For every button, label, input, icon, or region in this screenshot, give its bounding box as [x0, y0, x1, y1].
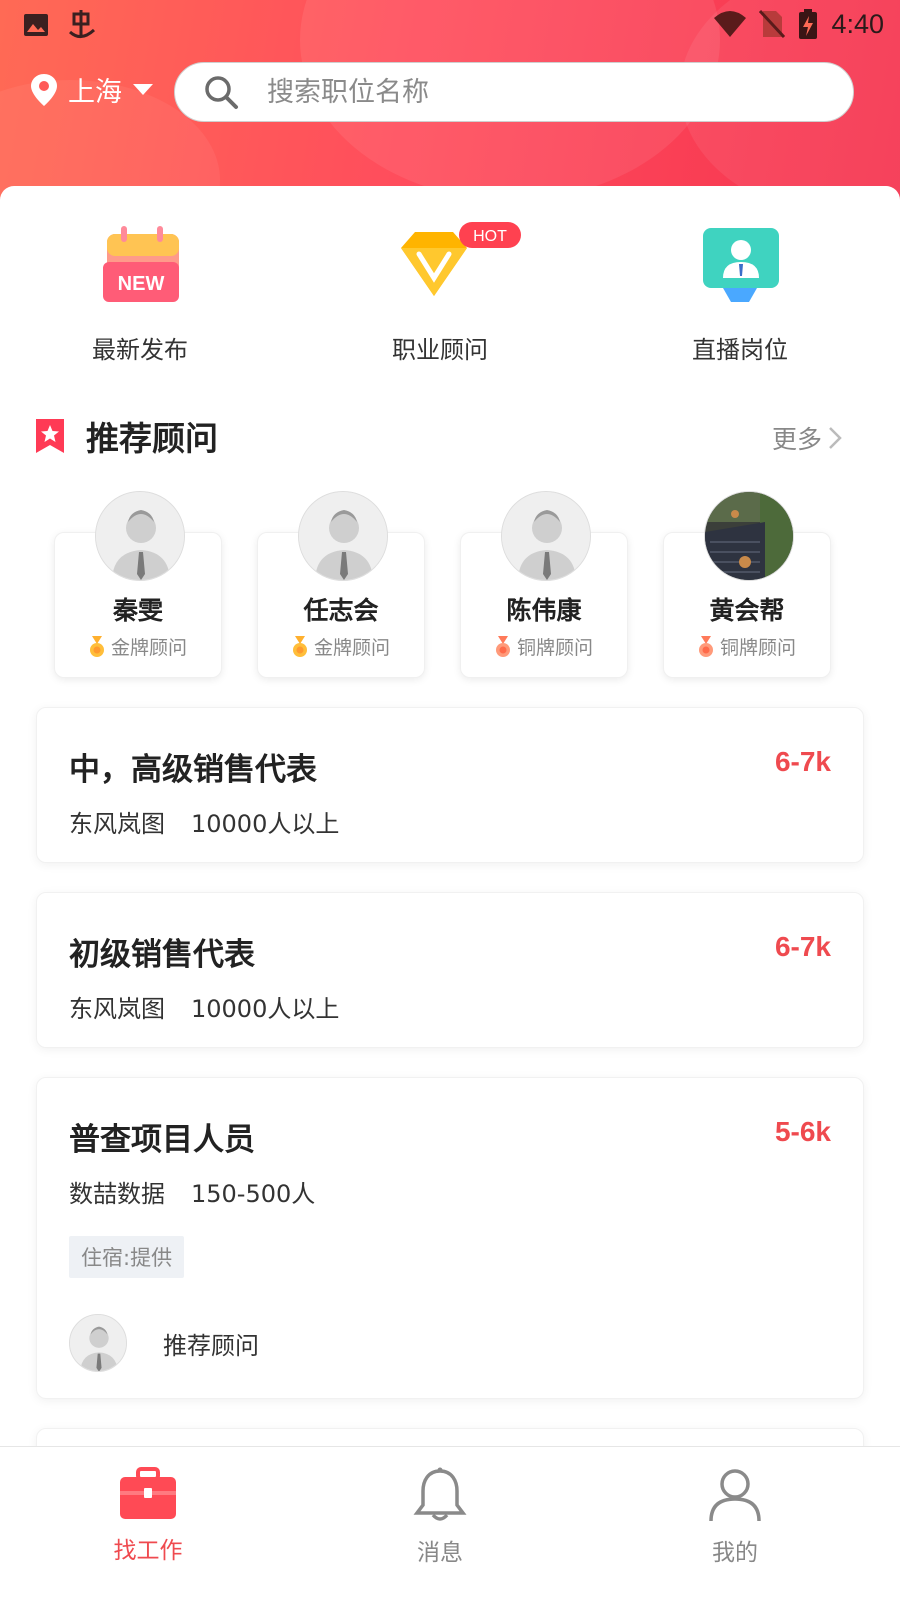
quick-action-new[interactable]: NEW 最新发布: [40, 222, 240, 365]
user-icon: [709, 1469, 761, 1522]
job-card[interactable]: 中，高级销售代表 6-7k 东风岚图 10000人以上: [36, 707, 864, 863]
location-pin-icon: [31, 73, 57, 106]
consultant-card[interactable]: 黄会帮 铜牌顾问: [663, 491, 831, 678]
consultant-rank: 铜牌顾问: [516, 637, 593, 659]
nav-messages[interactable]: 消息: [340, 1467, 540, 1567]
quick-action-label: 最新发布: [92, 336, 188, 364]
consultant-name: 秦雯: [112, 596, 163, 625]
avatar-photo: [704, 491, 794, 581]
job-salary: 6-7k: [774, 746, 831, 777]
wifi-icon: [714, 11, 747, 37]
more-label: 更多: [771, 425, 822, 454]
consultant-card[interactable]: 任志会 金牌顾问: [257, 491, 425, 678]
quick-action-consultant[interactable]: HOT 职业顾问: [340, 222, 540, 365]
battery-charging-icon: [799, 9, 818, 39]
avatar: [95, 491, 185, 581]
job-title: 普查项目人员: [69, 1122, 255, 1158]
company-size: 10000人以上: [191, 810, 340, 838]
job-salary: 6-7k: [774, 931, 831, 962]
status-bar: 4:40: [0, 0, 900, 50]
more-link[interactable]: 更多: [772, 420, 842, 456]
job-salary: 5-6k: [774, 1116, 831, 1147]
gold-medal-icon: [292, 635, 307, 657]
consultant-card[interactable]: 陈伟康 铜牌顾问: [460, 491, 628, 678]
location-label: 上海: [68, 77, 122, 108]
nav-label: 我的: [712, 1540, 758, 1566]
app-notification-icon: [68, 10, 96, 38]
location-selector[interactable]: 上海: [30, 70, 154, 109]
recommender-row[interactable]: 推荐顾问: [69, 1314, 259, 1372]
chevron-right-icon: [829, 427, 842, 449]
search-icon: [205, 76, 238, 109]
nav-label: 找工作: [113, 1538, 183, 1564]
consultant-name: 任志会: [303, 596, 379, 625]
job-title: 中，高级销售代表: [69, 752, 317, 788]
job-card[interactable]: 初级销售代表 6-7k 东风岚图 10000人以上: [36, 892, 864, 1048]
consultant-name: 黄会帮: [709, 596, 785, 625]
avatar: [298, 491, 388, 581]
briefcase-icon: [120, 1467, 176, 1519]
search-bar[interactable]: [174, 62, 854, 122]
bell-icon: [413, 1467, 467, 1521]
new-badge: NEW: [118, 273, 165, 295]
consultant-card[interactable]: 秦雯 金牌顾问: [54, 491, 222, 678]
no-sim-icon: [759, 9, 786, 39]
recommended-section-header: 推荐顾问: [34, 412, 218, 460]
consultant-name: 陈伟康: [506, 596, 582, 625]
avatar: [69, 1314, 127, 1372]
nav-label: 消息: [417, 1540, 463, 1566]
bookmark-star-icon: [36, 419, 64, 453]
bronze-medal-icon: [495, 635, 510, 657]
quick-action-label: 职业顾问: [392, 336, 488, 364]
job-title: 初级销售代表: [69, 937, 255, 973]
hot-badge: HOT: [473, 228, 507, 245]
image-notification-icon: [24, 14, 48, 36]
live-presenter-icon: [695, 222, 785, 312]
search-input[interactable]: [267, 76, 767, 108]
recommender-label: 推荐顾问: [163, 1331, 259, 1360]
chevron-down-icon: [133, 83, 153, 95]
diamond-v-icon: HOT: [395, 222, 521, 312]
section-title: 推荐顾问: [86, 419, 218, 458]
new-calendar-icon: NEW: [95, 222, 185, 312]
gold-medal-icon: [89, 635, 104, 657]
company-name: 数喆数据: [69, 1180, 165, 1208]
job-card[interactable]: 普查项目人员 5-6k 数喆数据 150-500人 住宿:提供 推荐顾问: [36, 1077, 864, 1399]
nav-profile[interactable]: 我的: [635, 1467, 835, 1567]
company-name: 东风岚图: [69, 810, 165, 838]
consultant-rank: 铜牌顾问: [719, 637, 796, 659]
bronze-medal-icon: [698, 635, 713, 657]
quick-action-live[interactable]: 直播岗位: [640, 222, 840, 365]
nav-find-job[interactable]: 找工作: [48, 1467, 248, 1565]
avatar: [501, 491, 591, 581]
company-name: 东风岚图: [69, 995, 165, 1023]
consultant-rank: 金牌顾问: [110, 637, 187, 659]
job-tag: 住宿:提供: [69, 1236, 185, 1278]
clock: 4:40: [831, 8, 884, 39]
consultant-rank: 金牌顾问: [313, 637, 390, 659]
bottom-navigation: 找工作 消息 我的: [0, 1446, 900, 1600]
company-size: 10000人以上: [191, 995, 340, 1023]
quick-action-label: 直播岗位: [692, 336, 788, 364]
company-size: 150-500人: [191, 1180, 316, 1208]
